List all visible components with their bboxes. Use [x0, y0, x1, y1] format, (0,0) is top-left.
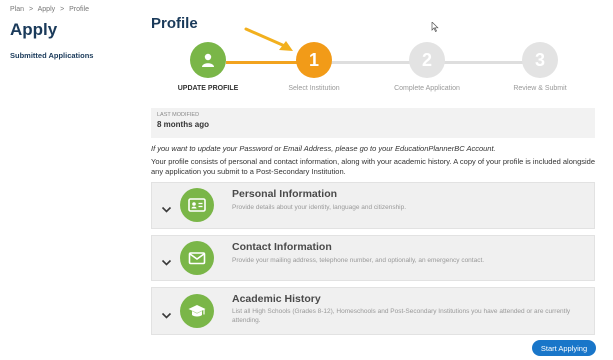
- step-label-select-institution: Select Institution: [288, 85, 340, 92]
- step-complete-application: 2: [409, 42, 445, 78]
- step-review-submit: 3: [522, 42, 558, 78]
- start-applying-button[interactable]: Start Applying: [532, 340, 596, 356]
- academic-history-badge: [180, 294, 214, 328]
- section-title: Personal Information: [232, 188, 338, 200]
- step-label-complete-application: Complete Application: [394, 85, 460, 92]
- last-modified-box: LAST MODIFIED 8 months ago: [151, 108, 595, 138]
- user-icon: [202, 53, 214, 67]
- breadcrumb-separator: >: [60, 6, 65, 13]
- section-description: Provide your mailing address, telephone …: [232, 257, 485, 264]
- step-label-update-profile: UPDATE PROFILE: [177, 85, 239, 92]
- section-contact-information[interactable]: Contact Information Provide your mailing…: [151, 235, 595, 281]
- breadcrumb-apply[interactable]: Apply: [38, 6, 56, 13]
- section-title: Academic History: [232, 293, 321, 305]
- section-description: Provide details about your identity, lan…: [232, 204, 407, 211]
- personal-info-badge: [180, 188, 214, 222]
- page-title: Profile: [151, 15, 198, 32]
- submitted-applications-link[interactable]: Submitted Applications: [10, 51, 93, 60]
- mouse-cursor-icon: [431, 22, 439, 32]
- profile-description: Your profile consists of personal and co…: [151, 157, 595, 177]
- account-note: If you want to update your Password or E…: [151, 144, 496, 153]
- chevron-down-icon[interactable]: [161, 310, 172, 321]
- section-title: Contact Information: [232, 241, 332, 253]
- last-modified-label: LAST MODIFIED: [157, 112, 200, 118]
- chevron-down-icon[interactable]: [161, 257, 172, 268]
- last-modified-value: 8 months ago: [157, 120, 210, 129]
- step-update-profile[interactable]: [190, 42, 226, 78]
- contact-info-badge: [180, 241, 214, 275]
- step-label-review-submit: Review & Submit: [513, 85, 567, 92]
- id-card-icon: [188, 198, 206, 212]
- breadcrumb-plan[interactable]: Plan: [10, 6, 24, 13]
- section-academic-history[interactable]: Academic History List all High Schools (…: [151, 287, 595, 335]
- sidebar-title: Apply: [10, 20, 58, 39]
- breadcrumb: Plan > Apply > Profile: [10, 6, 92, 13]
- breadcrumb-profile: Profile: [69, 6, 89, 13]
- step-select-institution[interactable]: 1: [296, 42, 332, 78]
- chevron-down-icon[interactable]: [161, 204, 172, 215]
- breadcrumb-separator: >: [28, 6, 34, 13]
- section-description: List all High Schools (Grades 8-12), Hom…: [232, 308, 571, 325]
- section-personal-information[interactable]: Personal Information Provide details abo…: [151, 182, 595, 229]
- graduation-cap-icon: [188, 305, 206, 317]
- annotation-arrow-icon: [244, 27, 293, 51]
- envelope-icon: [188, 252, 206, 265]
